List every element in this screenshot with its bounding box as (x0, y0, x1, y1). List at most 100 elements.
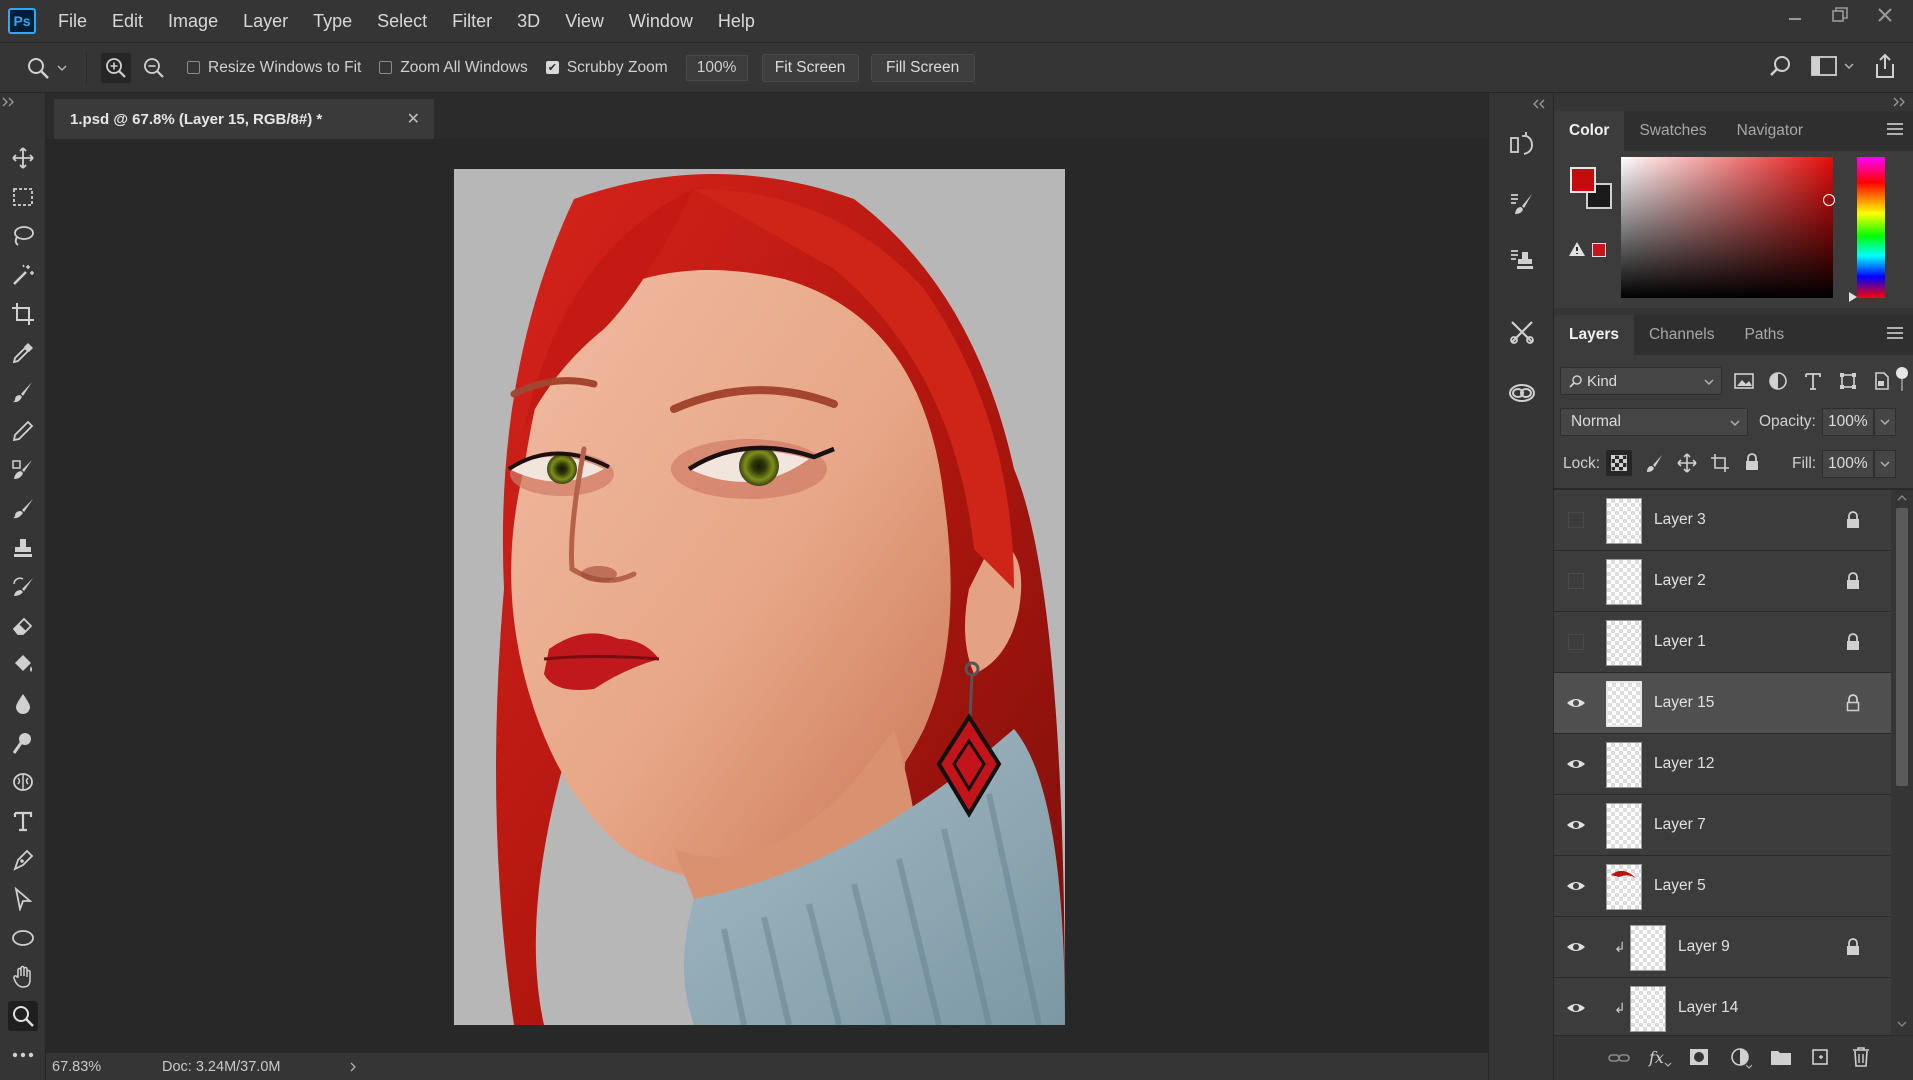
layer-name[interactable]: Layer 14 (1678, 999, 1738, 1017)
filter-toggle[interactable] (1896, 367, 1908, 379)
history-panel-button[interactable] (1505, 127, 1539, 161)
link-layers-icon[interactable] (1608, 1050, 1630, 1066)
layers-panel-menu-icon[interactable] (1887, 327, 1903, 339)
more-tools[interactable] (8, 1040, 38, 1070)
lock-icon[interactable] (1846, 572, 1860, 590)
color-field[interactable] (1621, 157, 1835, 298)
layer-name[interactable]: Layer 7 (1654, 816, 1706, 834)
layer-name[interactable]: Layer 3 (1654, 511, 1706, 529)
collapse-toolbar-icon[interactable] (2, 97, 16, 107)
clone-source-button[interactable] (1505, 243, 1539, 277)
eyedropper-tool[interactable] (8, 338, 38, 368)
layers-scrollbar[interactable] (1891, 490, 1913, 1035)
collapse-dock-icon[interactable] (1533, 99, 1547, 109)
type-tool[interactable] (8, 806, 38, 836)
scroll-up-icon[interactable] (1897, 494, 1907, 502)
mixer-brush-tool[interactable] (8, 494, 38, 524)
zoom-tool[interactable] (8, 1001, 38, 1031)
lock-transparent-button[interactable] (1606, 450, 1632, 476)
zoom-in-button[interactable] (101, 52, 131, 83)
layer-name[interactable]: Layer 12 (1654, 755, 1714, 773)
scroll-down-icon[interactable] (1897, 1020, 1907, 1028)
menu-type[interactable]: Type (313, 11, 352, 32)
restore-icon[interactable] (1831, 6, 1849, 24)
move-tool[interactable] (8, 143, 38, 173)
layer-row[interactable]: Layer 12 (1554, 734, 1891, 795)
zoom-all-windows-checkbox[interactable]: Zoom All Windows (379, 59, 528, 77)
minimize-icon[interactable] (1787, 7, 1803, 23)
visibility-toggle-off[interactable] (1568, 634, 1584, 650)
marquee-tool[interactable] (8, 182, 38, 212)
gamut-swatch[interactable] (1592, 243, 1606, 257)
scrollbar-thumb[interactable] (1896, 508, 1908, 786)
opacity-dropdown[interactable] (1874, 408, 1896, 436)
foreground-color-swatch[interactable] (1570, 167, 1596, 193)
new-layer-icon[interactable] (1810, 1047, 1830, 1067)
lock-icon[interactable] (1846, 633, 1860, 651)
color-panel-menu-icon[interactable] (1887, 123, 1903, 135)
chevron-right-icon[interactable] (348, 1061, 358, 1073)
pen-tool[interactable] (8, 845, 38, 875)
lock-position-icon[interactable] (1677, 453, 1697, 473)
lock-artboard-icon[interactable] (1710, 453, 1730, 473)
visibility-toggle-off[interactable] (1568, 512, 1584, 528)
menu-select[interactable]: Select (377, 11, 427, 32)
adjustment-filter-icon[interactable] (1768, 371, 1788, 391)
adjustment-layer-icon[interactable] (1730, 1047, 1752, 1069)
ellipse-tool[interactable] (8, 923, 38, 953)
zoom-tool-preset[interactable] (26, 56, 68, 80)
layer-name[interactable]: Layer 1 (1654, 633, 1706, 651)
pencil-tool[interactable] (8, 416, 38, 446)
search-icon[interactable] (1769, 54, 1793, 78)
layer-row[interactable]: Layer 1 (1554, 612, 1891, 673)
brain-tool[interactable] (8, 767, 38, 797)
menu-window[interactable]: Window (629, 11, 693, 32)
eye-icon[interactable] (1566, 876, 1586, 896)
tab-swatches[interactable]: Swatches (1624, 111, 1721, 151)
menu-layer[interactable]: Layer (243, 11, 288, 32)
tab-channels[interactable]: Channels (1634, 315, 1730, 355)
opacity-field[interactable]: 100% (1822, 408, 1874, 436)
document-size[interactable]: Doc: 3.24M/37.0M (162, 1059, 280, 1075)
layer-row[interactable]: Layer 5 (1554, 856, 1891, 917)
layer-row-clipped[interactable]: ↲ Layer 9 (1554, 917, 1891, 978)
eraser-tool[interactable] (8, 611, 38, 641)
lasso-tool[interactable] (8, 221, 38, 251)
blur-tool[interactable] (8, 689, 38, 719)
crop-tool[interactable] (8, 299, 38, 329)
eye-icon[interactable] (1566, 998, 1586, 1018)
hue-slider-handle[interactable] (1848, 291, 1858, 303)
zoom-level[interactable]: 67.83% (52, 1059, 152, 1075)
eye-icon[interactable] (1566, 937, 1586, 957)
history-brush-tool[interactable] (8, 572, 38, 602)
group-folder-icon[interactable] (1770, 1048, 1792, 1066)
gamut-warning-icon[interactable] (1568, 241, 1586, 257)
collapse-panels-icon[interactable] (1893, 97, 1907, 107)
libraries-button[interactable] (1505, 375, 1539, 409)
tab-navigator[interactable]: Navigator (1722, 111, 1818, 151)
zoom-out-button[interactable] (139, 53, 169, 83)
tab-paths[interactable]: Paths (1729, 315, 1799, 355)
layer-name[interactable]: Layer 15 (1654, 694, 1714, 712)
menu-view[interactable]: View (565, 11, 604, 32)
type-filter-icon[interactable] (1804, 371, 1822, 391)
menu-file[interactable]: File (58, 11, 87, 32)
blend-mode-select[interactable]: Normal (1560, 408, 1748, 436)
layer-row[interactable]: Layer 7 (1554, 795, 1891, 856)
tab-color[interactable]: Color (1554, 111, 1625, 151)
document-tab[interactable]: 1.psd @ 67.8% (Layer 15, RGB/8#) * ✕ (54, 99, 434, 139)
layer-row-clipped[interactable]: ↲ Layer 14 (1554, 978, 1891, 1035)
close-window-icon[interactable] (1877, 7, 1893, 23)
layer-name[interactable]: Layer 2 (1654, 572, 1706, 590)
scrubby-zoom-checkbox[interactable]: ✔ Scrubby Zoom (545, 59, 668, 77)
fill-screen-button[interactable]: Fill Screen (870, 53, 975, 82)
layer-filter-kind[interactable]: Kind (1560, 367, 1722, 395)
layer-row[interactable]: Layer 3 (1554, 490, 1891, 551)
menu-help[interactable]: Help (718, 11, 755, 32)
visibility-toggle-off[interactable] (1568, 573, 1584, 589)
zoom-percentage-field[interactable]: 100% (685, 54, 748, 81)
clone-stamp-tool[interactable] (8, 533, 38, 563)
close-tab-icon[interactable]: ✕ (407, 109, 420, 129)
brush-settings-button[interactable] (1505, 187, 1539, 221)
tool-presets-button[interactable] (1505, 315, 1539, 349)
